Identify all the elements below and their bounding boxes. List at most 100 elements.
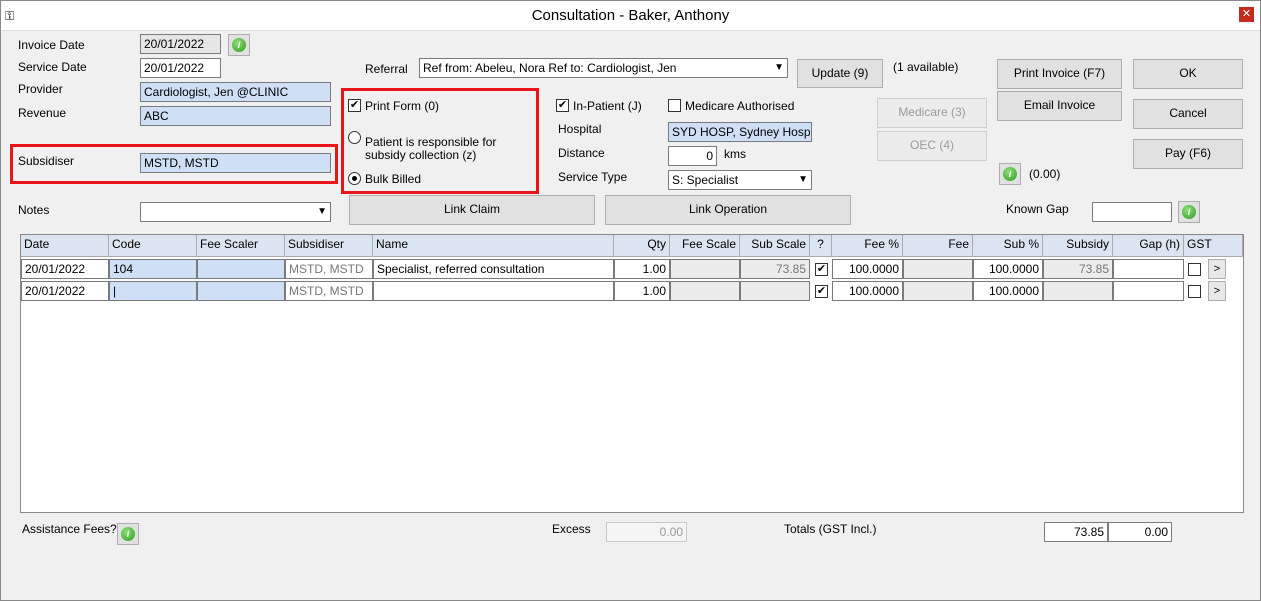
ok-button[interactable]: OK bbox=[1133, 59, 1243, 89]
in-patient-checkbox[interactable]: ✔ bbox=[556, 99, 569, 112]
col-header-gst[interactable]: GST bbox=[1184, 235, 1243, 257]
referral-dropdown[interactable]: Ref from: Abeleu, Nora Ref to: Cardiolog… bbox=[419, 58, 788, 78]
notes-dropdown[interactable]: ▼ bbox=[140, 202, 331, 222]
invoice-date-field[interactable]: 20/01/2022 bbox=[140, 34, 221, 54]
row-more-button[interactable]: > bbox=[1208, 281, 1226, 301]
hospital-label: Hospital bbox=[558, 122, 602, 136]
link-operation-button[interactable]: Link Operation bbox=[605, 195, 851, 225]
distance-label: Distance bbox=[558, 146, 605, 160]
patient-responsible-label: Patient is responsible for subsidy colle… bbox=[365, 135, 497, 162]
col-header-name[interactable]: Name bbox=[373, 235, 614, 257]
title-bar: ⚿ Consultation - Baker, Anthony ✕ bbox=[1, 1, 1260, 31]
cell-fee-scale[interactable] bbox=[670, 281, 740, 301]
line-items-grid: Date Code Fee Scaler Subsidiser Name Qty… bbox=[20, 234, 1244, 513]
close-button[interactable]: ✕ bbox=[1239, 7, 1254, 22]
cell-name[interactable]: Specialist, referred consultation bbox=[373, 259, 614, 279]
oec-button[interactable]: OEC (4) bbox=[877, 131, 987, 161]
revenue-label: Revenue bbox=[18, 106, 67, 120]
referral-label: Referral bbox=[365, 62, 408, 76]
cell-name[interactable] bbox=[373, 281, 614, 301]
excess-label: Excess bbox=[552, 522, 591, 536]
totals-label: Totals (GST Incl.) bbox=[784, 522, 877, 536]
cell-fee-scale[interactable] bbox=[670, 259, 740, 279]
invoice-date-label: Invoice Date bbox=[18, 38, 85, 52]
cell-gst-checkbox[interactable] bbox=[1188, 263, 1201, 276]
col-header-qty[interactable]: Qty bbox=[614, 235, 670, 257]
cell-sub-scale[interactable] bbox=[740, 281, 810, 301]
bulk-billed-radio[interactable] bbox=[348, 172, 361, 185]
col-header-sub-pct[interactable]: Sub % bbox=[973, 235, 1043, 257]
cell-subsidy[interactable]: 73.85 bbox=[1043, 259, 1113, 279]
cell-date[interactable]: 20/01/2022 bbox=[21, 281, 109, 301]
cell-question-checkbox[interactable]: ✔ bbox=[815, 263, 828, 276]
cell-question-checkbox[interactable]: ✔ bbox=[815, 285, 828, 298]
subsidiser-field[interactable]: MSTD, MSTD bbox=[140, 153, 331, 173]
revenue-field[interactable]: ABC bbox=[140, 106, 331, 126]
invoice-date-info-button[interactable]: i bbox=[228, 34, 250, 56]
cell-sub-pct[interactable]: 100.0000 bbox=[973, 281, 1043, 301]
col-header-subsidy[interactable]: Subsidy bbox=[1043, 235, 1113, 257]
service-type-value: S: Specialist bbox=[672, 173, 739, 187]
col-header-fee-scale[interactable]: Fee Scale bbox=[670, 235, 740, 257]
notes-label: Notes bbox=[18, 203, 50, 217]
col-header-subsidiser[interactable]: Subsidiser bbox=[285, 235, 373, 257]
print-invoice-button[interactable]: Print Invoice (F7) bbox=[997, 59, 1122, 89]
col-header-fee[interactable]: Fee bbox=[903, 235, 973, 257]
info-icon: i bbox=[232, 38, 246, 52]
cell-subsidy[interactable] bbox=[1043, 281, 1113, 301]
cell-subsidiser[interactable]: MSTD, MSTD bbox=[285, 281, 373, 301]
window-title: Consultation - Baker, Anthony bbox=[531, 7, 730, 24]
assistance-fees-info-button[interactable]: i bbox=[117, 523, 139, 545]
row-more-button[interactable]: > bbox=[1208, 259, 1226, 279]
chevron-down-icon: ▼ bbox=[774, 62, 784, 73]
provider-field[interactable]: Cardiologist, Jen @CLINIC bbox=[140, 82, 331, 102]
bulk-billed-label: Bulk Billed bbox=[365, 172, 422, 186]
col-header-gap[interactable]: Gap (h) bbox=[1113, 235, 1184, 257]
known-gap-info-button[interactable]: i bbox=[1178, 201, 1200, 223]
col-header-question[interactable]: ? bbox=[810, 235, 832, 257]
update-button[interactable]: Update (9) bbox=[797, 59, 883, 88]
cell-qty[interactable]: 1.00 bbox=[614, 259, 670, 279]
cell-sub-scale[interactable]: 73.85 bbox=[740, 259, 810, 279]
cell-code[interactable]: | bbox=[109, 281, 197, 301]
link-claim-button[interactable]: Link Claim bbox=[349, 195, 595, 225]
cell-code[interactable]: 104 bbox=[109, 259, 197, 279]
cell-sub-pct[interactable]: 100.0000 bbox=[973, 259, 1043, 279]
cell-gap[interactable] bbox=[1113, 259, 1184, 279]
cell-fee-pct[interactable]: 100.0000 bbox=[832, 281, 903, 301]
subsidiser-label: Subsidiser bbox=[18, 154, 75, 168]
cell-fee-scaler[interactable] bbox=[197, 281, 285, 301]
pay-button[interactable]: Pay (F6) bbox=[1133, 139, 1243, 169]
total-gap: 0.00 bbox=[1108, 522, 1172, 542]
info-icon: i bbox=[1182, 205, 1196, 219]
cell-fee-scaler[interactable] bbox=[197, 259, 285, 279]
cell-qty[interactable]: 1.00 bbox=[614, 281, 670, 301]
col-header-sub-scale[interactable]: Sub Scale bbox=[740, 235, 810, 257]
hospital-field[interactable]: SYD HOSP, Sydney Hospital bbox=[668, 122, 812, 142]
medicare-authorised-checkbox[interactable] bbox=[668, 99, 681, 112]
cell-fee[interactable] bbox=[903, 259, 973, 279]
email-invoice-button[interactable]: Email Invoice bbox=[997, 91, 1122, 121]
cell-subsidiser[interactable]: MSTD, MSTD bbox=[285, 259, 373, 279]
col-header-date[interactable]: Date bbox=[21, 235, 109, 257]
available-count: (1 available) bbox=[893, 60, 959, 74]
cell-gap[interactable] bbox=[1113, 281, 1184, 301]
balance-info-button[interactable]: i bbox=[999, 163, 1021, 185]
cell-date[interactable]: 20/01/2022 bbox=[21, 259, 109, 279]
cell-gst-checkbox[interactable] bbox=[1188, 285, 1201, 298]
cell-fee-pct[interactable]: 100.0000 bbox=[832, 259, 903, 279]
col-header-code[interactable]: Code bbox=[109, 235, 197, 257]
col-header-fee-scaler[interactable]: Fee Scaler bbox=[197, 235, 285, 257]
service-type-dropdown[interactable]: S: Specialist ▼ bbox=[668, 170, 812, 190]
service-date-field[interactable]: 20/01/2022 bbox=[140, 58, 221, 78]
excess-field[interactable]: 0.00 bbox=[606, 522, 687, 542]
col-header-fee-pct[interactable]: Fee % bbox=[832, 235, 903, 257]
known-gap-field[interactable] bbox=[1092, 202, 1172, 222]
medicare-button[interactable]: Medicare (3) bbox=[877, 98, 987, 128]
print-form-checkbox[interactable]: ✔ bbox=[348, 99, 361, 112]
balance-amount: (0.00) bbox=[1029, 167, 1061, 181]
cell-fee[interactable] bbox=[903, 281, 973, 301]
cancel-button[interactable]: Cancel bbox=[1133, 99, 1243, 129]
patient-responsible-radio[interactable] bbox=[348, 131, 361, 144]
distance-field[interactable]: 0 bbox=[668, 146, 717, 166]
